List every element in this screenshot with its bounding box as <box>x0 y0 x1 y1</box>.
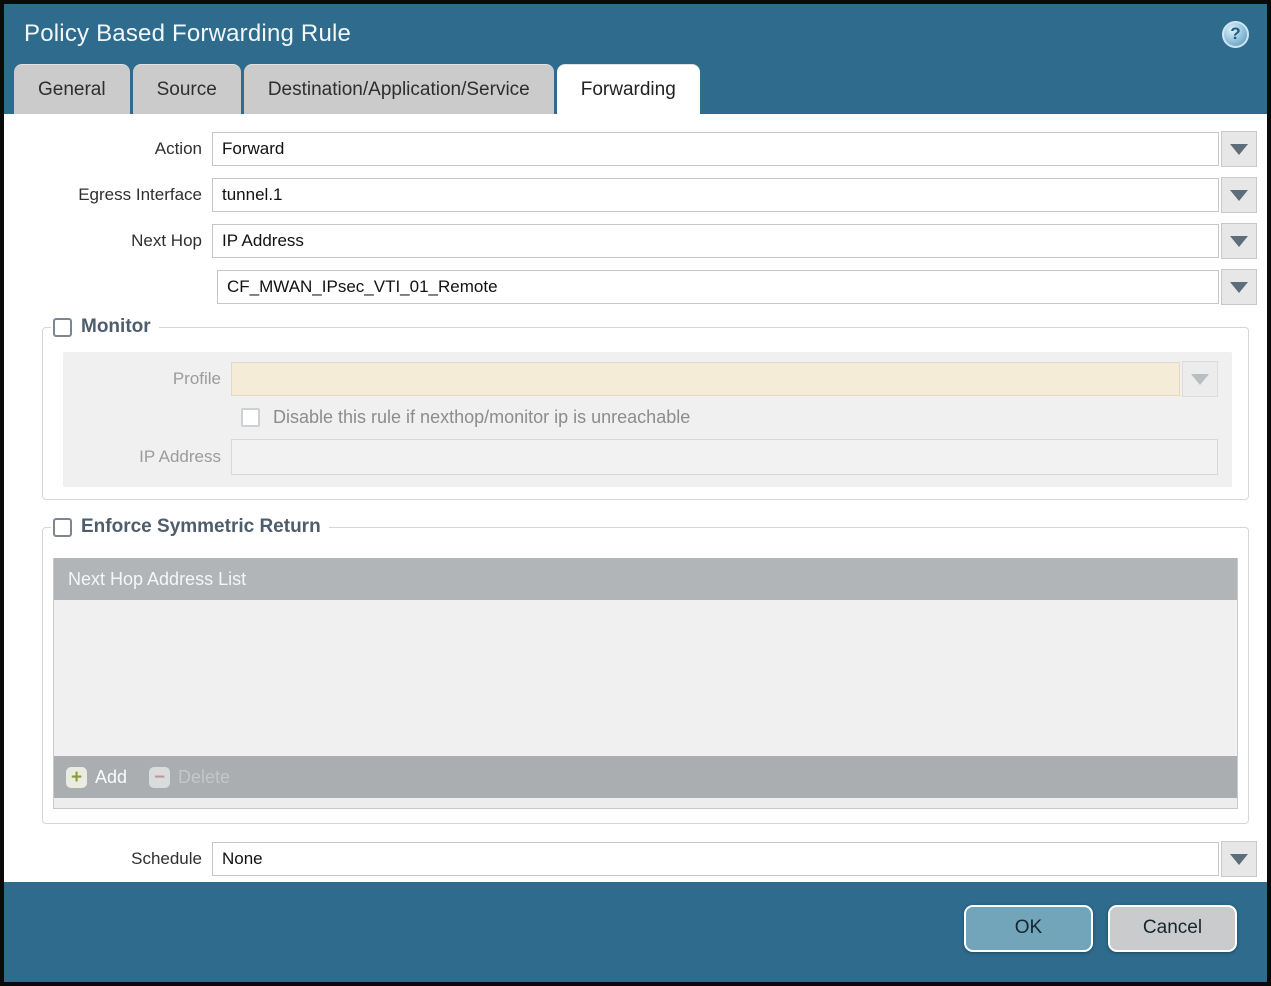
enforce-symmetric-return-checkbox[interactable] <box>53 517 72 537</box>
cancel-button[interactable]: Cancel <box>1108 904 1237 952</box>
monitor-ip-address-label: IP Address <box>139 447 221 466</box>
monitor-ip-address-row: IP Address <box>63 439 1218 475</box>
monitor-legend-label: Monitor <box>81 316 151 337</box>
disable-rule-row: Disable this rule if nexthop/monitor ip … <box>241 407 1218 428</box>
plus-icon: + <box>66 766 87 788</box>
chevron-down-icon <box>1230 235 1248 247</box>
schedule-input[interactable] <box>212 842 1219 876</box>
egress-interface-dropdown-button[interactable] <box>1221 177 1257 213</box>
enforce-symmetric-return-legend-label: Enforce Symmetric Return <box>81 516 321 537</box>
chevron-down-icon <box>1230 189 1248 201</box>
tab-general[interactable]: General <box>14 64 130 114</box>
egress-interface-label: Egress Interface <box>78 185 202 204</box>
next-hop-row: Next Hop <box>14 223 1257 259</box>
next-hop-address-list-body[interactable] <box>54 600 1237 756</box>
disable-rule-label: Disable this rule if nexthop/monitor ip … <box>273 407 691 427</box>
monitor-group: Monitor Profile Disable this rule if nex… <box>42 316 1249 500</box>
delete-button-label: Delete <box>178 766 231 787</box>
chevron-down-icon <box>1230 281 1248 293</box>
next-hop-address-input[interactable] <box>217 270 1219 304</box>
monitor-ip-address-input <box>231 439 1218 475</box>
next-hop-address-row <box>14 269 1257 305</box>
next-hop-label: Next Hop <box>131 231 202 250</box>
action-dropdown-button[interactable] <box>1221 131 1257 167</box>
schedule-row: Schedule <box>14 841 1257 877</box>
add-button[interactable]: + Add <box>66 766 128 788</box>
next-hop-type-input[interactable] <box>212 224 1219 258</box>
monitor-checkbox[interactable] <box>53 317 72 337</box>
tab-destination-application-service[interactable]: Destination/Application/Service <box>243 64 554 114</box>
disable-rule-checkbox <box>241 408 260 427</box>
policy-based-forwarding-dialog: Policy Based Forwarding Rule ? General S… <box>4 4 1267 982</box>
next-hop-address-list-table: Next Hop Address List + Add − Delete <box>53 558 1238 809</box>
egress-interface-input[interactable] <box>212 178 1219 212</box>
monitor-panel: Profile Disable this rule if nexthop/mon… <box>63 352 1232 487</box>
help-icon[interactable]: ? <box>1222 20 1249 48</box>
action-label: Action <box>154 139 202 158</box>
dialog-footer: OK Cancel <box>4 882 1267 982</box>
ok-button[interactable]: OK <box>964 904 1093 952</box>
tab-source[interactable]: Source <box>132 64 241 114</box>
next-hop-dropdown-button[interactable] <box>1221 223 1257 259</box>
next-hop-address-dropdown-button[interactable] <box>1221 269 1257 305</box>
action-input[interactable] <box>212 132 1219 166</box>
dialog-title: Policy Based Forwarding Rule <box>24 20 352 47</box>
forwarding-tab-panel: Action Egress Interface Next Hop <box>4 114 1267 882</box>
egress-interface-row: Egress Interface <box>14 177 1257 213</box>
next-hop-address-list-header: Next Hop Address List <box>54 558 1237 600</box>
tab-forwarding[interactable]: Forwarding <box>556 64 700 114</box>
monitor-legend: Monitor <box>51 316 159 338</box>
profile-row: Profile <box>63 361 1218 397</box>
chevron-down-icon <box>1191 373 1209 385</box>
profile-input <box>231 362 1180 396</box>
profile-dropdown-button <box>1182 361 1218 397</box>
next-hop-address-list-footer: + Add − Delete <box>54 756 1237 798</box>
chevron-down-icon <box>1230 143 1248 155</box>
schedule-dropdown-button[interactable] <box>1221 841 1257 877</box>
action-row: Action <box>14 131 1257 167</box>
profile-label: Profile <box>172 369 221 388</box>
chevron-down-icon <box>1230 853 1248 865</box>
table-bottom-strip <box>54 798 1237 808</box>
minus-icon: − <box>149 766 171 788</box>
tab-bar: General Source Destination/Application/S… <box>4 64 1267 114</box>
add-button-label: Add <box>95 766 128 787</box>
enforce-symmetric-return-group: Enforce Symmetric Return Next Hop Addres… <box>42 516 1249 824</box>
enforce-symmetric-return-legend: Enforce Symmetric Return <box>51 516 329 538</box>
dialog-titlebar: Policy Based Forwarding Rule ? <box>4 4 1267 64</box>
delete-button: − Delete <box>149 766 231 788</box>
schedule-label: Schedule <box>131 849 202 868</box>
